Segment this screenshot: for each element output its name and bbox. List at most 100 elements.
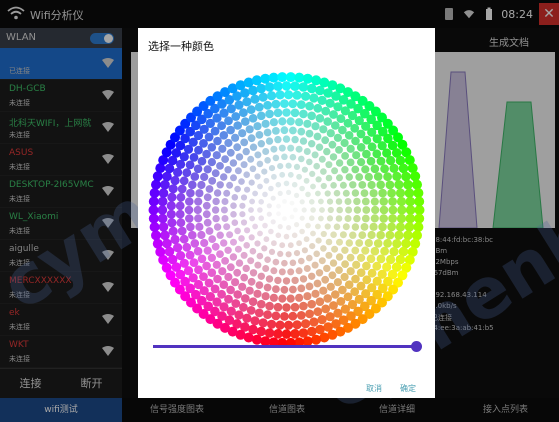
color-swatch[interactable] bbox=[195, 189, 204, 198]
color-swatch[interactable] bbox=[224, 246, 232, 254]
color-swatch[interactable] bbox=[396, 213, 407, 224]
color-swatch[interactable] bbox=[353, 214, 361, 223]
color-swatch[interactable] bbox=[323, 147, 331, 156]
color-swatch[interactable] bbox=[197, 254, 207, 264]
color-swatch[interactable] bbox=[238, 178, 245, 185]
color-swatch[interactable] bbox=[243, 171, 250, 178]
color-swatch[interactable] bbox=[346, 267, 355, 276]
color-swatch[interactable] bbox=[189, 258, 199, 267]
color-swatch[interactable] bbox=[369, 222, 378, 231]
color-swatch[interactable] bbox=[233, 143, 242, 152]
color-swatch[interactable] bbox=[213, 223, 222, 231]
color-swatch[interactable] bbox=[274, 135, 282, 144]
color-swatch[interactable] bbox=[296, 100, 306, 109]
color-swatch[interactable] bbox=[278, 294, 287, 303]
color-swatch[interactable] bbox=[335, 146, 343, 154]
color-swatch[interactable] bbox=[358, 181, 367, 189]
color-swatch[interactable] bbox=[245, 125, 254, 134]
color-swatch[interactable] bbox=[280, 126, 289, 135]
color-swatch[interactable] bbox=[190, 239, 200, 248]
color-swatch[interactable] bbox=[287, 171, 294, 178]
color-swatch[interactable] bbox=[362, 206, 371, 214]
color-swatch[interactable] bbox=[224, 166, 232, 174]
color-swatch[interactable] bbox=[341, 260, 349, 268]
color-swatch[interactable] bbox=[295, 145, 303, 153]
color-swatch[interactable] bbox=[249, 198, 255, 205]
color-swatch[interactable] bbox=[282, 135, 291, 143]
color-swatch[interactable] bbox=[351, 165, 360, 174]
color-swatch[interactable] bbox=[239, 202, 246, 209]
color-swatch[interactable] bbox=[263, 177, 270, 184]
color-swatch[interactable] bbox=[299, 199, 305, 205]
color-swatch[interactable] bbox=[197, 180, 206, 190]
color-swatch[interactable] bbox=[268, 248, 276, 255]
color-swatch[interactable] bbox=[299, 228, 305, 235]
color-swatch[interactable] bbox=[315, 269, 324, 277]
color-swatch[interactable] bbox=[278, 268, 286, 276]
color-swatch[interactable] bbox=[299, 109, 308, 119]
color-swatch[interactable] bbox=[326, 198, 334, 205]
color-swatch[interactable] bbox=[317, 95, 327, 105]
color-swatch[interactable] bbox=[361, 197, 370, 206]
color-swatch[interactable] bbox=[273, 108, 283, 118]
color-swatch[interactable] bbox=[231, 133, 240, 142]
color-swatch[interactable] bbox=[263, 128, 272, 137]
color-swatch[interactable] bbox=[387, 188, 396, 198]
color-swatch[interactable] bbox=[335, 198, 343, 205]
color-swatch[interactable] bbox=[151, 230, 161, 241]
color-swatch[interactable] bbox=[358, 231, 367, 240]
color-swatch[interactable] bbox=[335, 215, 343, 222]
color-swatch[interactable] bbox=[317, 315, 327, 325]
color-swatch[interactable] bbox=[247, 277, 256, 286]
color-swatch[interactable] bbox=[193, 205, 202, 215]
color-swatch[interactable] bbox=[326, 215, 334, 222]
color-swatch[interactable] bbox=[277, 224, 283, 230]
color-swatch[interactable] bbox=[158, 188, 169, 198]
color-swatch[interactable] bbox=[303, 148, 311, 155]
color-swatch[interactable] bbox=[306, 254, 313, 262]
color-swatch[interactable] bbox=[351, 223, 360, 231]
color-swatch[interactable] bbox=[301, 319, 311, 329]
color-swatch[interactable] bbox=[283, 233, 290, 240]
color-swatch[interactable] bbox=[285, 251, 292, 258]
color-swatch[interactable] bbox=[281, 259, 288, 267]
color-swatch[interactable] bbox=[289, 126, 297, 135]
color-swatch[interactable] bbox=[272, 285, 280, 293]
color-swatch[interactable] bbox=[346, 144, 355, 153]
color-swatch[interactable] bbox=[303, 292, 312, 301]
color-swatch[interactable] bbox=[248, 207, 254, 213]
color-swatch[interactable] bbox=[162, 238, 172, 249]
color-swatch[interactable] bbox=[261, 245, 268, 252]
color-swatch[interactable] bbox=[257, 207, 263, 213]
color-swatch[interactable] bbox=[262, 191, 268, 198]
color-swatch[interactable] bbox=[313, 132, 322, 141]
color-swatch[interactable] bbox=[292, 320, 302, 330]
color-swatch[interactable] bbox=[321, 275, 330, 284]
color-swatch[interactable] bbox=[290, 108, 300, 118]
color-swatch[interactable] bbox=[287, 144, 295, 152]
color-swatch[interactable] bbox=[175, 209, 185, 219]
color-swatch[interactable] bbox=[242, 97, 252, 107]
color-swatch[interactable] bbox=[289, 285, 297, 294]
color-swatch[interactable] bbox=[404, 188, 415, 198]
color-swatch[interactable] bbox=[164, 246, 175, 257]
color-swatch[interactable] bbox=[286, 294, 295, 303]
color-swatch[interactable] bbox=[403, 230, 413, 241]
color-swatch[interactable] bbox=[257, 230, 263, 237]
color-swatch[interactable] bbox=[157, 196, 168, 207]
color-swatch[interactable] bbox=[220, 173, 228, 181]
color-swatch[interactable] bbox=[271, 240, 277, 247]
color-swatch[interactable] bbox=[271, 311, 281, 321]
color-swatch[interactable] bbox=[315, 190, 321, 197]
color-swatch[interactable] bbox=[250, 94, 260, 104]
color-swatch[interactable] bbox=[257, 272, 265, 280]
color-swatch[interactable] bbox=[158, 222, 169, 232]
color-swatch[interactable] bbox=[179, 176, 189, 186]
color-swatch[interactable] bbox=[333, 133, 342, 142]
color-swatch[interactable] bbox=[371, 205, 380, 215]
color-swatch[interactable] bbox=[212, 214, 220, 223]
color-swatch[interactable] bbox=[370, 164, 380, 174]
color-swatch[interactable] bbox=[361, 246, 370, 255]
color-swatch[interactable] bbox=[303, 265, 311, 272]
color-swatch[interactable] bbox=[401, 238, 411, 249]
